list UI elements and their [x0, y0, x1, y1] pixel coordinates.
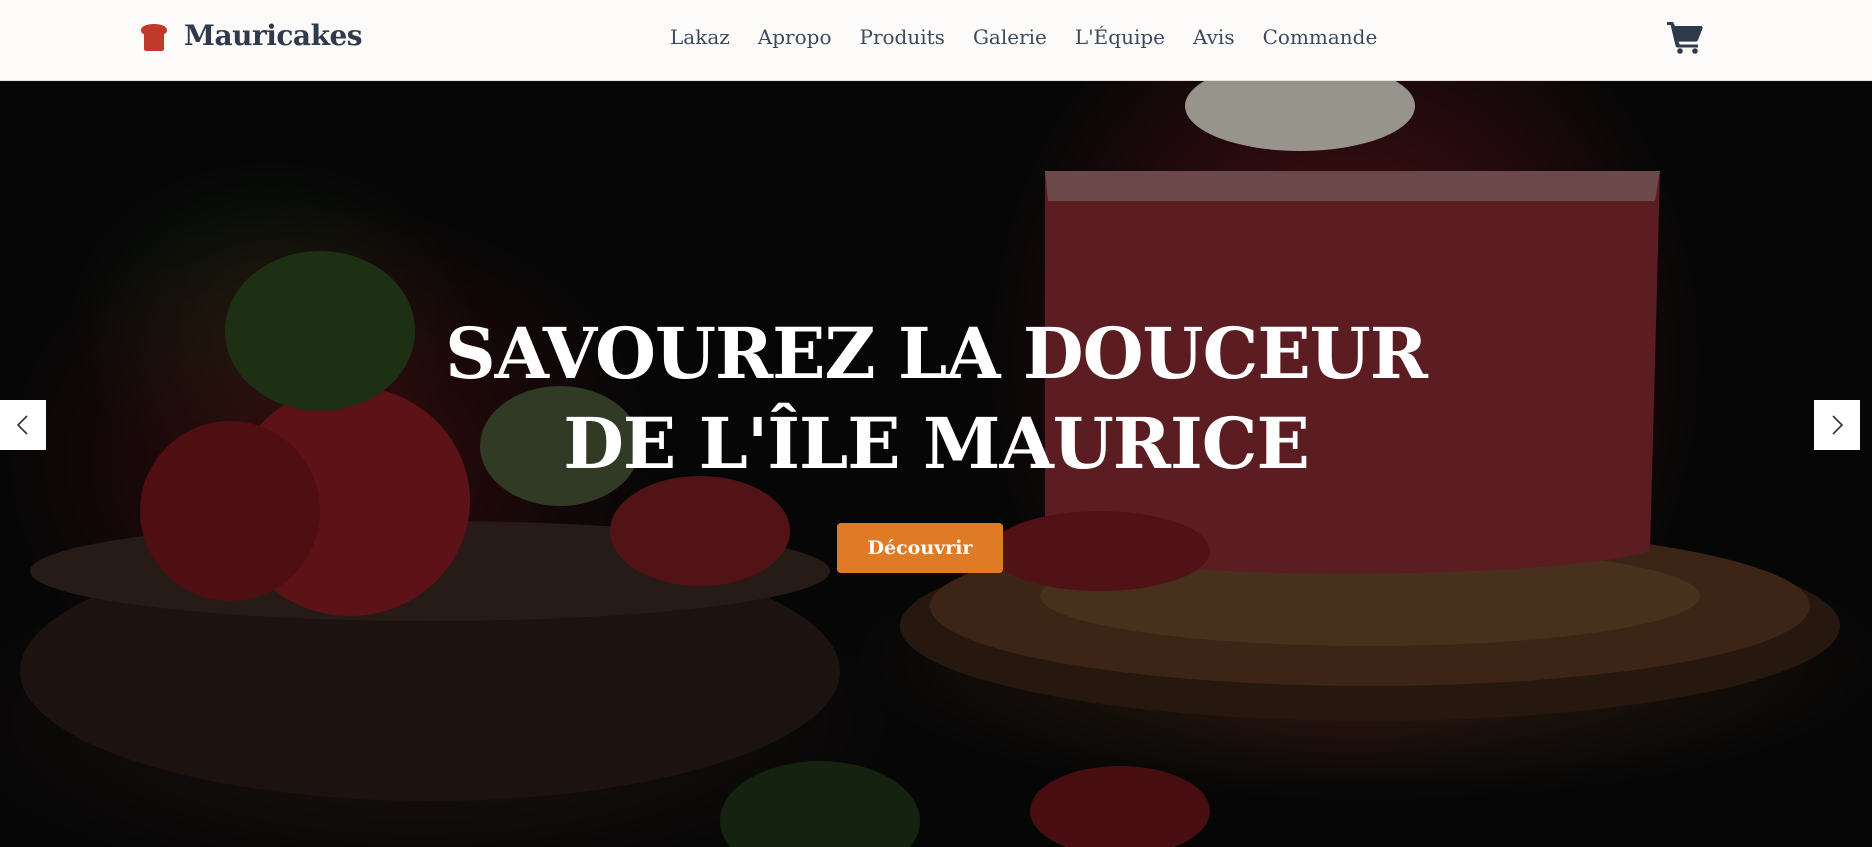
- nav-link-apropo[interactable]: Apropo: [744, 22, 846, 52]
- hero-title: SAVOUREZ LA DOUCEUR DE L'ÎLE MAURICE: [336, 309, 1536, 489]
- hero-title-line-2: DE L'ÎLE MAURICE: [563, 402, 1310, 485]
- nav-link-lakaz[interactable]: Lakaz: [656, 22, 744, 52]
- nav-link-commande[interactable]: Commande: [1249, 22, 1392, 52]
- navbar: Mauricakes Lakaz Apropo Produits Galerie…: [0, 0, 1872, 81]
- brand-name: Mauricakes: [184, 18, 363, 52]
- carousel-next-button[interactable]: [1814, 400, 1860, 450]
- bread-icon: [141, 24, 167, 51]
- carousel-prev-button[interactable]: [0, 400, 46, 450]
- nav-link-equipe[interactable]: L'Équipe: [1061, 22, 1179, 52]
- chevron-left-icon: [16, 415, 28, 435]
- main-nav: Lakaz Apropo Produits Galerie L'Équipe A…: [656, 22, 1391, 52]
- shopping-cart-icon[interactable]: [1666, 18, 1704, 54]
- nav-link-produits[interactable]: Produits: [846, 22, 959, 52]
- nav-link-galerie[interactable]: Galerie: [959, 22, 1061, 52]
- hero-carousel: SAVOUREZ LA DOUCEUR DE L'ÎLE MAURICE Déc…: [0, 81, 1872, 847]
- discover-button[interactable]: Découvrir: [837, 523, 1003, 573]
- nav-link-avis[interactable]: Avis: [1179, 22, 1249, 52]
- hero-title-line-1: SAVOUREZ LA DOUCEUR: [445, 312, 1428, 395]
- chevron-right-icon: [1832, 415, 1844, 435]
- brand-logo-link[interactable]: Mauricakes: [136, 18, 363, 52]
